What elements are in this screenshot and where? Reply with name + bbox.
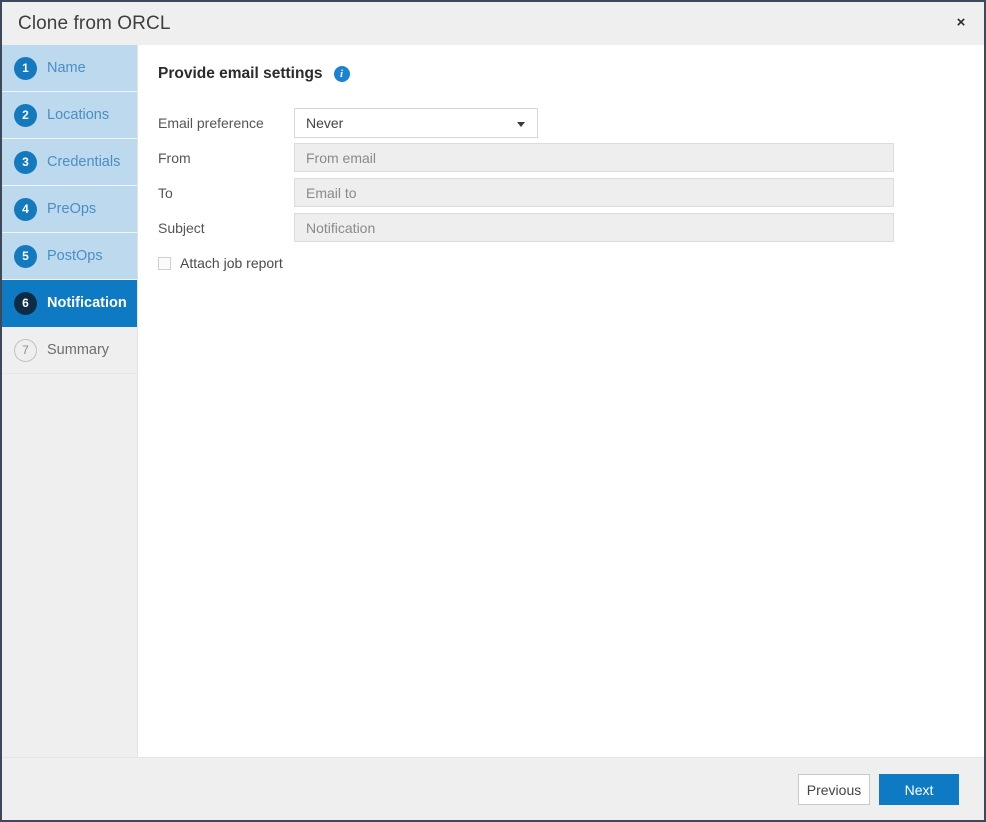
step-number-badge: 2 [14,104,37,127]
clone-wizard-dialog: Clone from ORCL × 1 Name 2 Locations 3 C… [0,0,986,822]
chevron-down-icon [517,122,525,127]
from-email-field[interactable] [294,143,894,172]
dialog-titlebar: Clone from ORCL × [2,2,984,45]
info-icon[interactable]: i [334,66,350,82]
step-number-badge: 5 [14,245,37,268]
sidebar-item-locations[interactable]: 2 Locations [2,92,137,139]
page-title: Provide email settings i [158,65,350,83]
sidebar-item-name[interactable]: 1 Name [2,45,137,92]
email-settings-form: Email preference Never From To Subject [158,105,958,278]
attach-job-report-label[interactable]: Attach job report [180,255,283,271]
wizard-step-sidebar: 1 Name 2 Locations 3 Credentials 4 PreOp… [2,45,138,757]
step-number-badge: 4 [14,198,37,221]
next-button[interactable]: Next [879,774,959,805]
email-preference-select[interactable]: Never [294,108,538,138]
from-row: From [158,140,958,175]
step-number-badge: 3 [14,151,37,174]
sidebar-item-label: Notification [47,295,127,311]
email-preference-row: Email preference Never [158,105,958,140]
sidebar-item-label: Name [47,60,86,76]
email-preference-label: Email preference [158,115,294,131]
subject-field[interactable] [294,213,894,242]
close-icon[interactable]: × [946,9,976,37]
subject-row: Subject [158,210,958,245]
dialog-body: 1 Name 2 Locations 3 Credentials 4 PreOp… [2,45,984,757]
to-row: To [158,175,958,210]
step-number-badge: 7 [14,339,37,362]
attach-job-report-checkbox[interactable] [158,257,171,270]
subject-label: Subject [158,220,294,236]
attach-job-report-row: Attach job report [158,248,958,278]
sidebar-item-preops[interactable]: 4 PreOps [2,186,137,233]
sidebar-item-label: PostOps [47,248,103,264]
sidebar-item-notification[interactable]: 6 Notification [2,280,137,327]
step-number-badge: 1 [14,57,37,80]
dialog-title: Clone from ORCL [18,13,171,35]
from-label: From [158,150,294,166]
wizard-content-panel: Provide email settings i Email preferenc… [138,45,984,757]
sidebar-item-label: Credentials [47,154,120,170]
page-title-text: Provide email settings [158,65,323,83]
step-number-badge: 6 [14,292,37,315]
previous-button[interactable]: Previous [798,774,870,805]
sidebar-item-label: Locations [47,107,109,123]
sidebar-item-postops[interactable]: 5 PostOps [2,233,137,280]
sidebar-item-summary: 7 Summary [2,327,137,374]
sidebar-item-label: Summary [47,342,109,358]
to-email-field[interactable] [294,178,894,207]
to-label: To [158,185,294,201]
sidebar-item-label: PreOps [47,201,96,217]
sidebar-item-credentials[interactable]: 3 Credentials [2,139,137,186]
dialog-footer: Previous Next [2,757,984,820]
email-preference-value: Never [306,115,343,131]
